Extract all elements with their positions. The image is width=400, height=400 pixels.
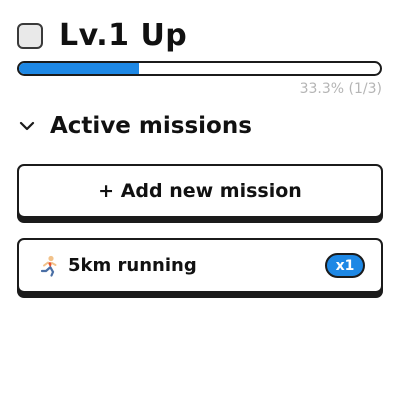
active-missions-toggle[interactable]: Active missions — [17, 110, 252, 142]
level-page: Lv.1 Up 33.3% (1/3) Active missions + Ad… — [0, 0, 400, 400]
mission-name: 5km running — [68, 255, 197, 276]
level-progress-bar — [17, 61, 382, 76]
mission-count-badge: x1 — [325, 253, 365, 278]
level-header: Lv.1 Up — [17, 18, 187, 54]
person-running-icon — [39, 255, 59, 277]
level-progress-text: 33.3% (1/3) — [299, 81, 382, 97]
level-progress-fill — [19, 63, 140, 74]
add-mission-label: + Add new mission — [98, 180, 302, 202]
active-missions-title: Active missions — [50, 113, 252, 139]
level-checkbox[interactable] — [17, 23, 43, 49]
chevron-down-icon — [17, 116, 37, 136]
mission-item[interactable]: 5km running x1 — [17, 238, 383, 293]
add-mission-button[interactable]: + Add new mission — [17, 164, 383, 218]
level-title: Lv.1 Up — [59, 18, 188, 53]
